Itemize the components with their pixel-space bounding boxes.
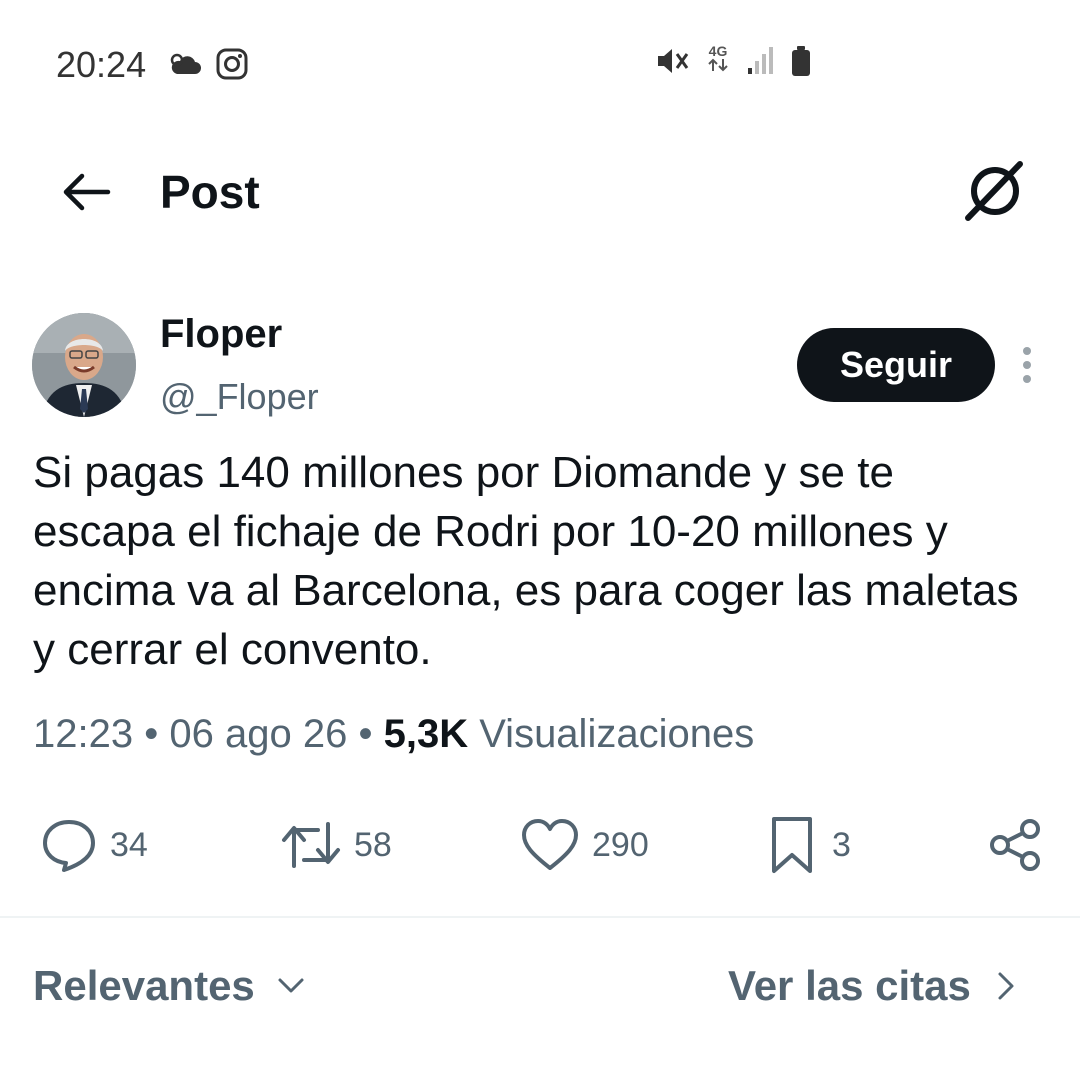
- author-handle[interactable]: @_Floper: [160, 376, 319, 418]
- views-count: 5,3K: [383, 712, 469, 756]
- tweet-text: Si pagas 140 millones por Diomande y se …: [33, 448, 1019, 674]
- comment-icon: [43, 820, 95, 872]
- repost-count: 58: [354, 825, 392, 864]
- repost-button[interactable]: 58: [280, 812, 392, 878]
- share-button[interactable]: [988, 812, 1044, 878]
- divider: [0, 916, 1080, 918]
- network-label: 4G: [708, 43, 728, 59]
- back-button[interactable]: [58, 168, 114, 216]
- bookmark-button[interactable]: 3: [764, 812, 851, 878]
- like-count: 290: [592, 825, 649, 864]
- grok-icon: [965, 161, 1023, 221]
- quotes-label: Ver las citas: [728, 962, 971, 1009]
- more-options-button[interactable]: [1010, 343, 1044, 387]
- tweet-date[interactable]: 06 ago 26: [169, 712, 347, 756]
- battery-icon: [792, 45, 810, 76]
- signal-icon: [748, 46, 773, 74]
- reply-count: 34: [110, 825, 148, 864]
- tweet-time[interactable]: 12:23: [33, 712, 133, 756]
- more-dot: [1023, 361, 1031, 369]
- more-dot: [1023, 375, 1031, 383]
- repost-icon: [282, 822, 340, 868]
- avatar[interactable]: [32, 313, 136, 417]
- tweet-meta: 12:23 • 06 ago 26 • 5,3K Visualizaciones: [33, 712, 754, 757]
- like-button[interactable]: 290: [520, 812, 649, 878]
- chevron-down-icon: [278, 978, 304, 993]
- network-indicator: 4G: [705, 44, 731, 77]
- arrow-left-icon: [63, 173, 111, 211]
- status-time: 20:24: [56, 44, 147, 85]
- data-arrows-icon: [708, 58, 728, 72]
- reply-button[interactable]: 34: [40, 812, 148, 878]
- views-label: Visualizaciones: [479, 712, 755, 756]
- chevron-right-icon: [998, 972, 1014, 1000]
- avatar-image: [32, 313, 136, 417]
- view-quotes-button[interactable]: Ver las citas: [728, 962, 1015, 1010]
- follow-button[interactable]: Seguir: [797, 328, 995, 402]
- status-left-icons: [168, 48, 248, 80]
- author-display-name[interactable]: Floper: [160, 312, 282, 357]
- bookmark-icon: [772, 817, 812, 873]
- instagram-icon: [216, 48, 248, 80]
- status-right-icons: 4G: [655, 44, 811, 77]
- sort-replies-button[interactable]: Relevantes: [33, 962, 305, 1010]
- cloud-icon: [170, 53, 201, 74]
- share-icon: [990, 819, 1040, 871]
- page-title: Post: [160, 166, 260, 218]
- mute-icon: [658, 48, 689, 73]
- bookmark-count: 3: [832, 825, 851, 864]
- heart-icon: [522, 819, 578, 870]
- meta-separator: •: [144, 712, 159, 756]
- meta-separator: •: [358, 712, 373, 756]
- grok-button[interactable]: [962, 158, 1028, 224]
- sort-label: Relevantes: [33, 962, 255, 1009]
- more-dot: [1023, 347, 1031, 355]
